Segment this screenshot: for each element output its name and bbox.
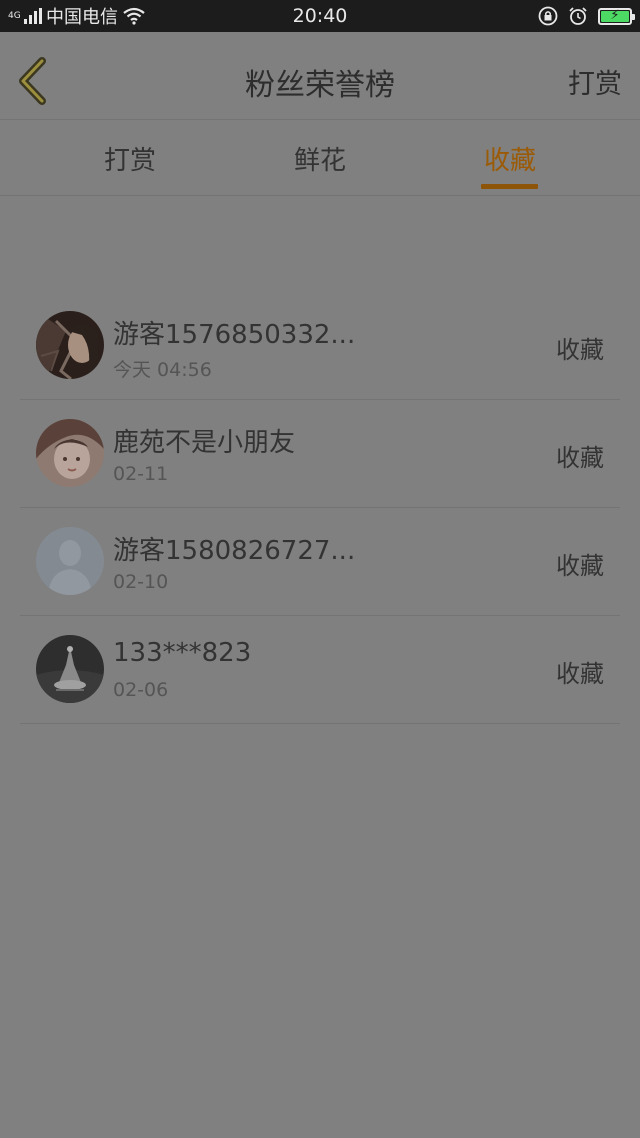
time-label: 02-10 (113, 571, 169, 593)
status-bar: 4G 中国电信 20:40 ⚡ (0, 0, 640, 32)
time-label: 02-06 (113, 679, 169, 701)
tab-flowers[interactable]: 鲜花 (260, 140, 380, 177)
user-name: 鹿苑不是小朋友 (113, 428, 296, 458)
avatar (36, 635, 104, 703)
list-item[interactable]: 游客1576850332... 今天 04:56 收藏 (20, 292, 620, 400)
battery-charging-icon: ⚡ (598, 7, 635, 25)
avatar-placeholder (36, 527, 104, 595)
action-label: 收藏 (556, 444, 604, 472)
alarm-icon (569, 7, 587, 25)
tab-reward[interactable]: 打赏 (70, 140, 190, 177)
action-label: 收藏 (556, 336, 604, 364)
list-item[interactable]: 133***823 02-06 收藏 (20, 616, 620, 724)
reward-button[interactable]: 打赏 (568, 62, 622, 101)
screen: 4G 中国电信 20:40 ⚡ 粉丝荣誉榜 打赏 打赏 鲜花 收藏 游客1576… (0, 0, 640, 1138)
tab-bar: 打赏 鲜花 收藏 (0, 121, 640, 196)
action-label: 收藏 (556, 552, 604, 580)
tab-favorites[interactable]: 收藏 (450, 140, 570, 177)
time-label: 02-11 (113, 463, 169, 485)
active-tab-indicator (481, 184, 538, 189)
title-bar: 粉丝荣誉榜 打赏 (0, 32, 640, 120)
user-name: 游客1576850332... (113, 320, 356, 350)
list-item[interactable]: 鹿苑不是小朋友 02-11 收藏 (20, 400, 620, 508)
page-title: 粉丝荣誉榜 (245, 68, 395, 103)
status-right: ⚡ (538, 0, 635, 32)
user-name: 133***823 (113, 638, 252, 668)
rotation-lock-icon (538, 6, 558, 26)
list-item[interactable]: 游客1580826727... 02-10 收藏 (20, 508, 620, 616)
avatar (36, 419, 104, 487)
avatar (36, 311, 104, 379)
fan-list: 游客1576850332... 今天 04:56 收藏 鹿苑不是小朋友 02-1… (20, 292, 620, 724)
user-name: 游客1580826727... (113, 536, 356, 566)
action-label: 收藏 (556, 660, 604, 688)
time-label: 今天 04:56 (113, 359, 212, 381)
